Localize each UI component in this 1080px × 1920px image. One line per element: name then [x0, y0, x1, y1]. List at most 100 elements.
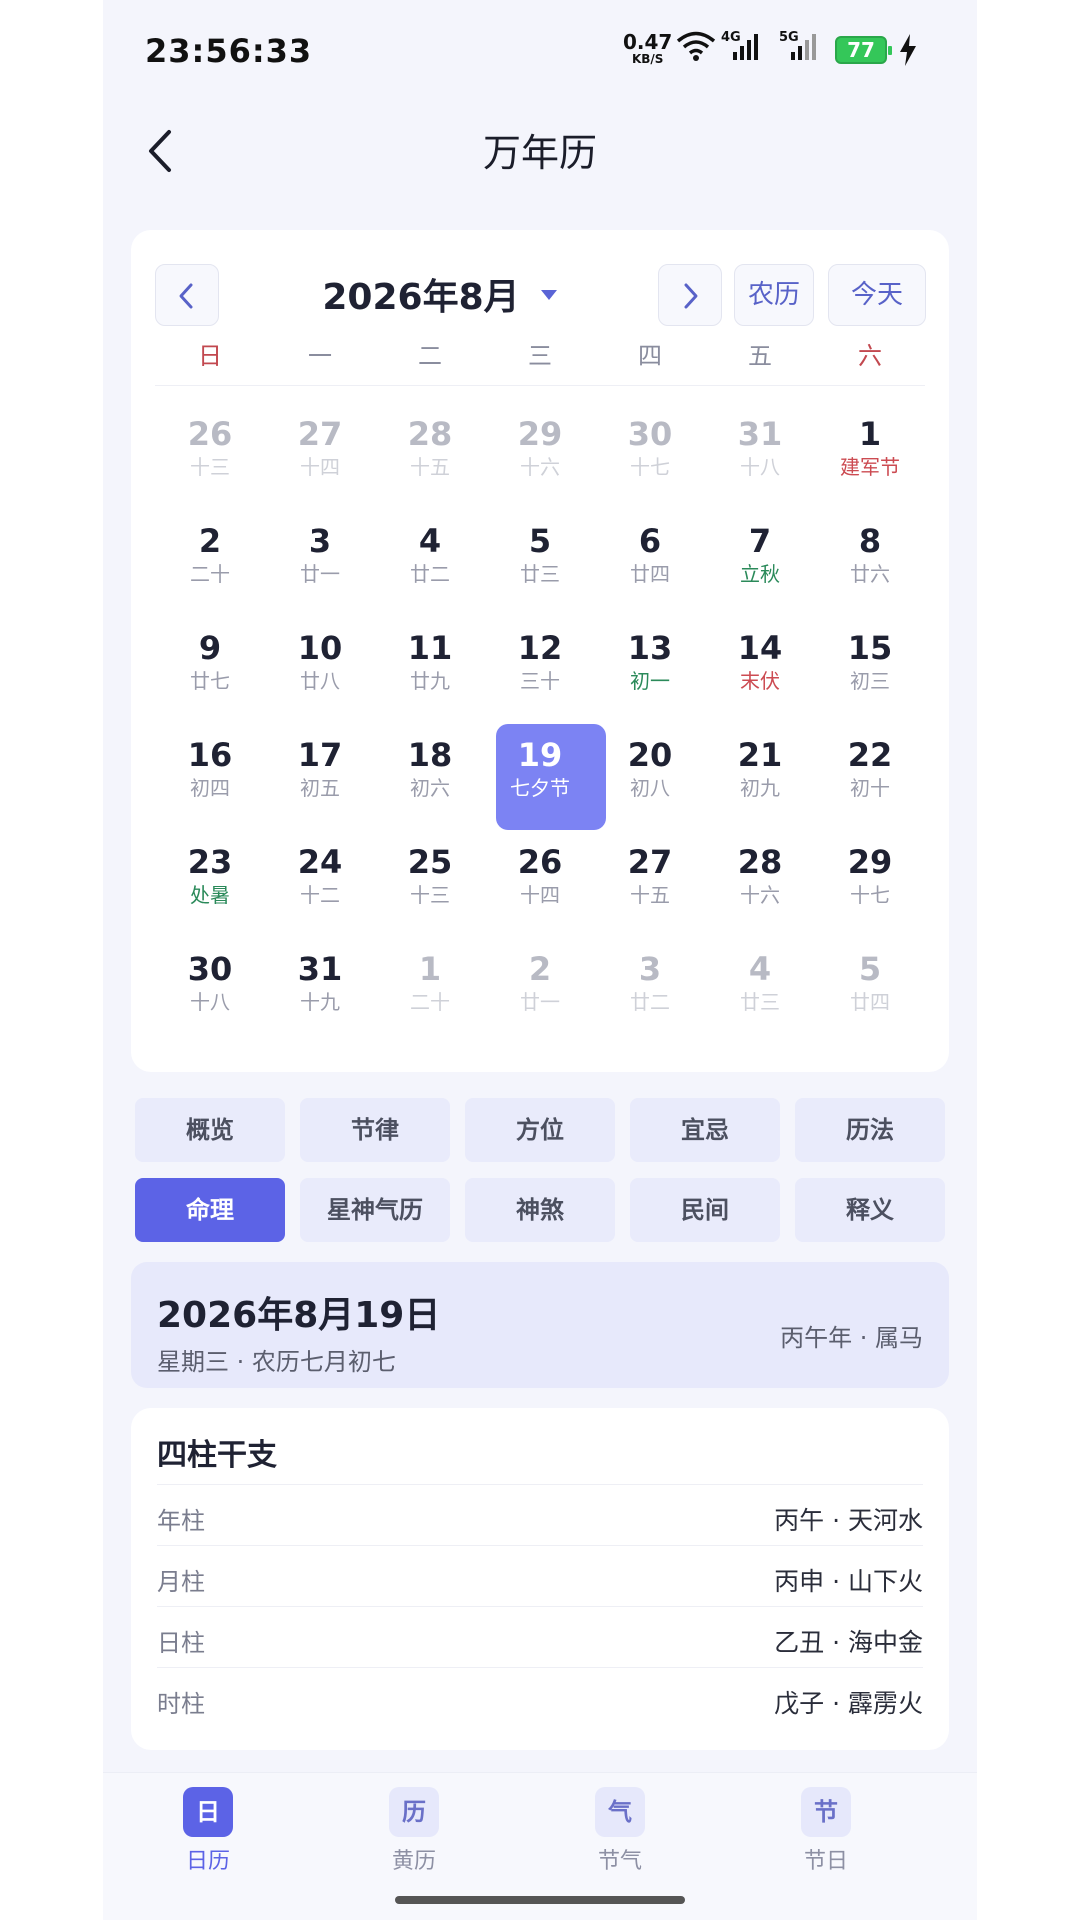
month-label[interactable]: 2026年8月	[291, 268, 551, 320]
tab[interactable]: 节律	[300, 1098, 450, 1162]
lunar-date: 初八	[630, 776, 670, 800]
calendar-icon: 日	[183, 1787, 233, 1837]
pillar-row-hour: 时柱 戊子 · 霹雳火	[157, 1667, 923, 1728]
day-cell[interactable]: 27 十四	[265, 402, 375, 509]
day-cell[interactable]: 31 十八	[705, 402, 815, 509]
day-cell[interactable]: 20 初八	[595, 723, 705, 830]
day-cell[interactable]: 13 初一	[595, 616, 705, 723]
day-number: 26	[517, 843, 563, 881]
day-cell[interactable]: 3 廿二	[595, 937, 705, 1044]
day-cell[interactable]: 23 处暑	[155, 830, 265, 937]
day-cell[interactable]: 8 廿六	[815, 509, 925, 616]
day-cell[interactable]: 9 廿七	[155, 616, 265, 723]
day-number: 29	[517, 415, 563, 453]
pillar-value: 丙申 · 山下火	[774, 1567, 923, 1596]
day-cell[interactable]: 7 立秋	[705, 509, 815, 616]
day-cell[interactable]: 1 二十	[375, 937, 485, 1044]
day-number: 4	[748, 950, 772, 988]
tab[interactable]: 星神气历	[300, 1178, 450, 1242]
date-summary: 2026年8月19日 星期三 · 农历七月初七 丙午年 · 属马	[131, 1262, 949, 1388]
day-number: 14	[737, 629, 783, 667]
nav-solar-terms[interactable]: 气 节气	[560, 1787, 680, 1875]
tab[interactable]: 概览	[135, 1098, 285, 1162]
signal-4g-label: 4G	[721, 30, 741, 45]
day-cell[interactable]: 12 三十	[485, 616, 595, 723]
day-cell[interactable]: 29 十六	[485, 402, 595, 509]
day-number: 3	[638, 950, 662, 988]
app-screen: 23:56:33 0.47 KB/S 4G 5G 77 万年历 2026年8月 …	[103, 0, 977, 1920]
lunar-date: 廿一	[300, 562, 340, 586]
day-cell[interactable]: 29 十七	[815, 830, 925, 937]
day-cell[interactable]: 21 初九	[705, 723, 815, 830]
nav-calendar[interactable]: 日 日历	[148, 1787, 268, 1875]
day-number: 11	[407, 629, 453, 667]
day-cell[interactable]: 22 初十	[815, 723, 925, 830]
day-cell[interactable]: 4 廿二	[375, 509, 485, 616]
day-cell[interactable]: 28 十六	[705, 830, 815, 937]
day-number: 19	[517, 736, 563, 774]
tab[interactable]: 历法	[795, 1098, 945, 1162]
next-month-button[interactable]	[658, 264, 722, 326]
tab[interactable]: 民间	[630, 1178, 780, 1242]
today-button[interactable]: 今天	[828, 264, 926, 326]
day-cell[interactable]: 30 十七	[595, 402, 705, 509]
day-cell[interactable]: 5 廿三	[485, 509, 595, 616]
day-cell[interactable]: 14 末伏	[705, 616, 815, 723]
day-cell[interactable]: 6 廿四	[595, 509, 705, 616]
day-cell[interactable]: 16 初四	[155, 723, 265, 830]
lunar-toggle-button[interactable]: 农历	[734, 264, 814, 326]
calendar-card: 2026年8月 农历 今天 日 一 二 三 四 五 六 26 十三 27 十四 28 十五…	[131, 230, 949, 1072]
day-number: 30	[187, 950, 233, 988]
page-title: 万年历	[482, 131, 597, 175]
day-cell[interactable]: 31 十九	[265, 937, 375, 1044]
weekday-sat: 六	[858, 342, 882, 370]
day-cell-selected[interactable]: 19 七夕节	[485, 723, 606, 830]
day-number: 29	[847, 843, 893, 881]
year-zodiac: 丙午年 · 属马	[780, 1324, 923, 1352]
day-cell[interactable]: 26 十三	[155, 402, 265, 509]
day-cell[interactable]: 1 建军节	[815, 402, 925, 509]
day-cell[interactable]: 11 廿九	[375, 616, 485, 723]
day-number: 28	[737, 843, 783, 881]
day-cell[interactable]: 10 廿八	[265, 616, 375, 723]
weekday-tue: 二	[418, 342, 442, 370]
lunar-date: 初九	[740, 776, 780, 800]
lunar-date: 三十	[520, 669, 560, 693]
day-number: 16	[187, 736, 233, 774]
day-number: 22	[847, 736, 893, 774]
nav-label: 节日	[803, 1849, 848, 1874]
day-cell[interactable]: 24 十二	[265, 830, 375, 937]
day-cell[interactable]: 5 廿四	[815, 937, 925, 1044]
day-cell[interactable]: 27 十五	[595, 830, 705, 937]
day-number: 26	[187, 415, 233, 453]
day-cell[interactable]: 2 二十	[155, 509, 265, 616]
prev-month-button[interactable]	[155, 264, 219, 326]
day-cell[interactable]: 30 十八	[155, 937, 265, 1044]
day-cell[interactable]: 3 廿一	[265, 509, 375, 616]
day-cell[interactable]: 15 初三	[815, 616, 925, 723]
day-number: 18	[407, 736, 453, 774]
lunar-date: 十二	[300, 883, 340, 907]
day-cell[interactable]: 2 廿一	[485, 937, 595, 1044]
day-number: 5	[858, 950, 882, 988]
lunar-date: 十四	[520, 883, 560, 907]
caret-down-icon[interactable]	[541, 290, 557, 300]
day-cell[interactable]: 17 初五	[265, 723, 375, 830]
day-cell[interactable]: 26 十四	[485, 830, 595, 937]
day-cell[interactable]: 4 廿三	[705, 937, 815, 1044]
lunar-date: 建军节	[840, 455, 900, 479]
nav-almanac[interactable]: 历 黄历	[354, 1787, 474, 1875]
tab[interactable]: 方位	[465, 1098, 615, 1162]
tab[interactable]: 宜忌	[630, 1098, 780, 1162]
day-cell[interactable]: 28 十五	[375, 402, 485, 509]
tab[interactable]: 释义	[795, 1178, 945, 1242]
day-number: 10	[297, 629, 343, 667]
nav-festivals[interactable]: 节 节日	[766, 1787, 886, 1875]
day-cell[interactable]: 18 初六	[375, 723, 485, 830]
home-indicator[interactable]	[395, 1896, 685, 1904]
lunar-date: 廿四	[630, 562, 670, 586]
day-cell[interactable]: 25 十三	[375, 830, 485, 937]
tab[interactable]: 神煞	[465, 1178, 615, 1242]
tab-active[interactable]: 命理	[135, 1178, 285, 1242]
day-number: 24	[297, 843, 343, 881]
